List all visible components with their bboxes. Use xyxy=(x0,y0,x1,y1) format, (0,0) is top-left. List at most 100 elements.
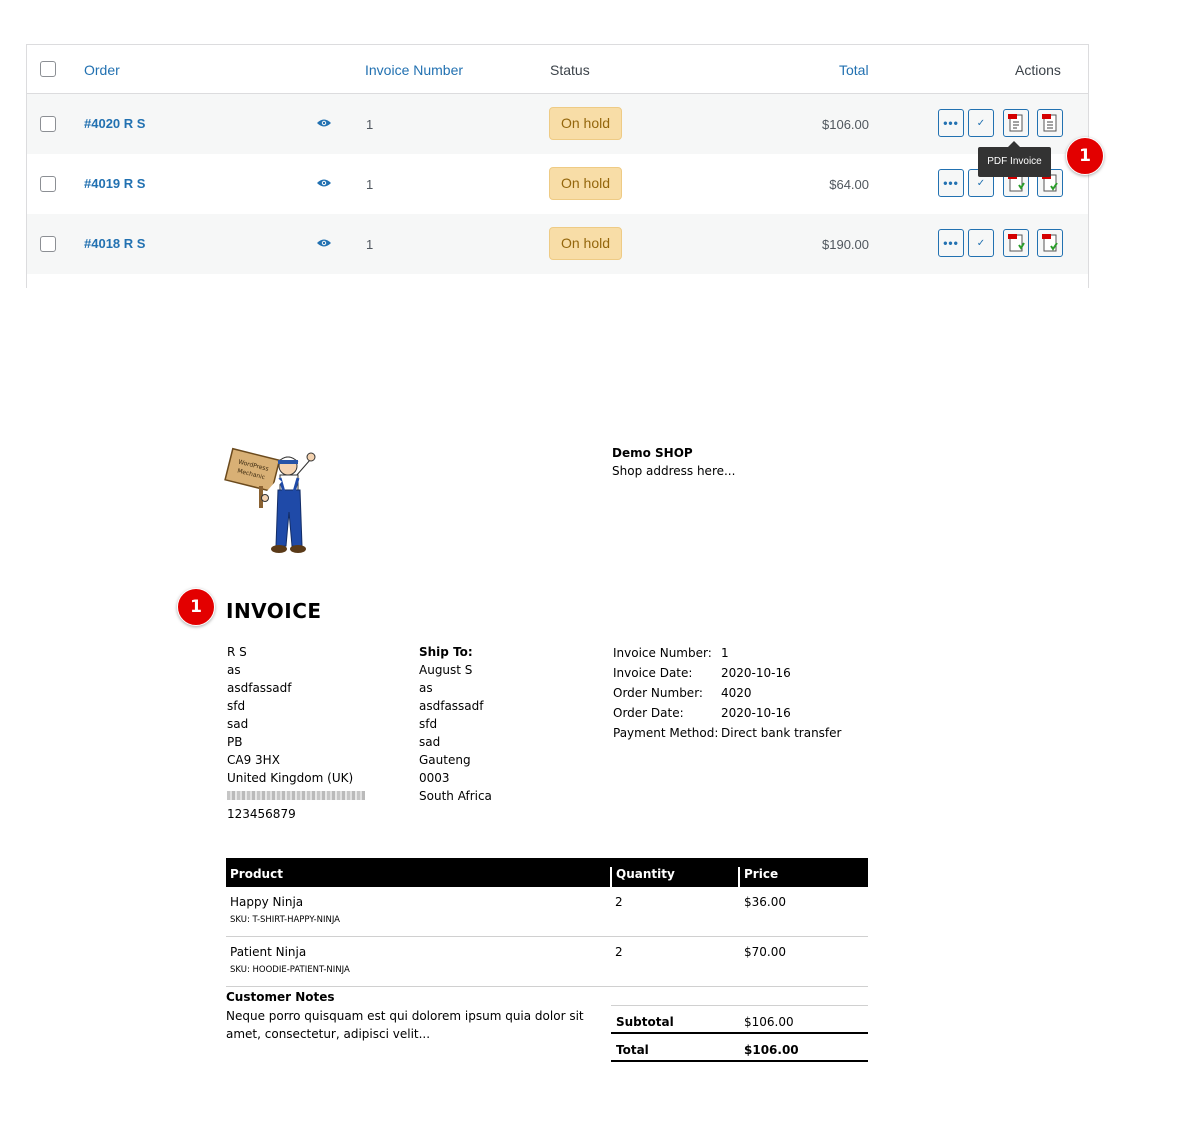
invoice-title: INVOICE xyxy=(226,599,322,623)
preview-eye-icon[interactable] xyxy=(317,118,331,128)
product-sku: SKU: HOODIE-PATIENT-NINJA xyxy=(230,965,350,975)
billing-line: PB xyxy=(227,735,243,749)
orders-table-header: Order Invoice Number Status Total Action… xyxy=(27,45,1088,94)
packing-slip-icon xyxy=(1042,234,1058,252)
billing-line: asdfassadf xyxy=(227,681,292,695)
product-row: Happy Ninja SKU: T-SHIRT-HAPPY-NINJA 2 $… xyxy=(226,887,868,937)
product-qty: 2 xyxy=(615,945,623,959)
order-link[interactable]: #4020 R S xyxy=(84,116,145,131)
shop-logo: WordPress Mechanic xyxy=(224,447,316,553)
meta-row: Order Date: 2020-10-16 xyxy=(613,706,791,720)
more-actions-button[interactable]: ••• xyxy=(938,169,964,197)
preview-eye-icon[interactable] xyxy=(317,178,331,188)
product-name: Happy Ninja xyxy=(230,895,304,909)
more-actions-button[interactable]: ••• xyxy=(938,109,964,137)
invoice-meta: Invoice Number: 1 Invoice Date: 2020-10-16… xyxy=(613,643,841,743)
column-price: Price xyxy=(744,867,779,881)
customer-notes-title: Customer Notes xyxy=(226,990,335,1004)
row-checkbox[interactable] xyxy=(40,116,56,132)
shipping-line: sad xyxy=(419,735,441,749)
subtotal-label: Subtotal xyxy=(616,1015,674,1029)
order-total: $190.00 xyxy=(822,237,869,252)
order-link[interactable]: #4018 R S xyxy=(84,236,145,251)
column-invoice-number[interactable]: Invoice Number xyxy=(365,62,463,78)
status-badge: On hold xyxy=(549,107,622,140)
billing-line: United Kingdom (UK) xyxy=(227,771,354,785)
column-quantity: Quantity xyxy=(616,867,675,881)
product-row: Patient Ninja SKU: HOODIE-PATIENT-NINJA … xyxy=(226,937,868,987)
more-actions-button[interactable]: ••• xyxy=(938,229,964,257)
status-badge: On hold xyxy=(549,167,622,200)
total-value: $106.00 xyxy=(744,1043,799,1057)
product-price: $70.00 xyxy=(744,945,786,959)
billing-line: as xyxy=(227,663,241,677)
invoice-number: 1 xyxy=(366,117,374,132)
step-marker: 1 xyxy=(177,588,215,626)
pdf-invoice-button[interactable] xyxy=(1003,109,1029,137)
shipping-line: sfd xyxy=(419,717,438,731)
total-label: Total xyxy=(616,1043,649,1057)
billing-phone: 123456879 xyxy=(227,807,296,821)
invoice-number: 1 xyxy=(366,237,374,252)
shipping-line: August S xyxy=(419,663,473,677)
shop-name: Demo SHOP xyxy=(612,446,693,460)
billing-line: sfd xyxy=(227,699,246,713)
order-link[interactable]: #4019 R S xyxy=(84,176,145,191)
billing-email-redacted xyxy=(227,787,365,805)
product-price: $36.00 xyxy=(744,895,786,909)
column-actions: Actions xyxy=(1015,62,1061,78)
meta-row: Payment Method: Direct bank transfer xyxy=(613,726,842,740)
row-checkbox[interactable] xyxy=(40,176,56,192)
shipping-line: 0003 xyxy=(419,771,450,785)
order-total: $106.00 xyxy=(822,117,869,132)
preview-eye-icon[interactable] xyxy=(317,238,331,248)
billing-line: sad xyxy=(227,717,249,731)
billing-address: R S as asdfassadf sfd sad PB CA9 3HX Uni… xyxy=(227,643,365,823)
table-row[interactable]: #4019 R S 1 On hold $64.00 ••• ✓ xyxy=(27,154,1088,214)
row-checkbox[interactable] xyxy=(40,236,56,252)
shop-address: Shop address here... xyxy=(612,464,736,478)
totals-table: Subtotal $106.00 Total $106.00 xyxy=(611,1005,868,1062)
order-total: $64.00 xyxy=(829,177,869,192)
meta-row: Invoice Date: 2020-10-16 xyxy=(613,666,791,680)
meta-row: Order Number: 4020 xyxy=(613,686,752,700)
billing-line: R S xyxy=(227,645,247,659)
total-row: Total $106.00 xyxy=(611,1034,868,1062)
table-row[interactable]: #4018 R S 1 On hold $190.00 ••• ✓ xyxy=(27,214,1088,274)
customer-notes-text: Neque porro quisquam est qui dolorem ips… xyxy=(226,1009,584,1041)
shipping-line: as xyxy=(419,681,433,695)
packing-slip-button[interactable] xyxy=(1037,229,1063,257)
pdf-invoice-icon xyxy=(1008,234,1025,252)
billing-line: CA9 3HX xyxy=(227,753,280,767)
shipping-line: South Africa xyxy=(419,789,492,803)
packing-slip-icon xyxy=(1042,114,1057,132)
orders-table: Order Invoice Number Status Total Action… xyxy=(26,44,1089,288)
status-badge: On hold xyxy=(549,227,622,260)
step-marker: 1 xyxy=(1066,137,1104,175)
invoice-number: 1 xyxy=(366,177,374,192)
shipping-line: Gauteng xyxy=(419,753,471,767)
column-order[interactable]: Order xyxy=(84,62,120,78)
subtotal-row: Subtotal $106.00 xyxy=(611,1006,868,1034)
shipping-address: Ship To: August S as asdfassadf sfd sad … xyxy=(419,643,492,805)
subtotal-value: $106.00 xyxy=(744,1015,794,1029)
column-product: Product xyxy=(230,867,283,881)
product-sku: SKU: T-SHIRT-HAPPY-NINJA xyxy=(230,915,340,925)
pdf-invoice-tooltip: PDF Invoice xyxy=(978,141,1051,177)
packing-slip-button[interactable] xyxy=(1037,109,1063,137)
pdf-invoice-icon xyxy=(1008,114,1023,132)
ship-to-heading: Ship To: xyxy=(419,645,473,659)
meta-row: Invoice Number: 1 xyxy=(613,646,729,660)
products-table: Product Quantity Price Happy Ninja SKU: … xyxy=(226,858,868,987)
table-row[interactable]: #4020 R S 1 On hold $106.00 ••• ✓ xyxy=(27,94,1088,154)
product-name: Patient Ninja xyxy=(230,945,307,959)
select-all-checkbox[interactable] xyxy=(40,61,56,77)
pdf-invoice-button[interactable] xyxy=(1003,229,1029,257)
complete-button[interactable]: ✓ xyxy=(968,229,994,257)
complete-button[interactable]: ✓ xyxy=(968,109,994,137)
product-qty: 2 xyxy=(615,895,623,909)
products-table-header: Product Quantity Price xyxy=(226,858,868,896)
column-total[interactable]: Total xyxy=(839,62,869,78)
column-status: Status xyxy=(550,62,590,78)
shipping-line: asdfassadf xyxy=(419,699,484,713)
